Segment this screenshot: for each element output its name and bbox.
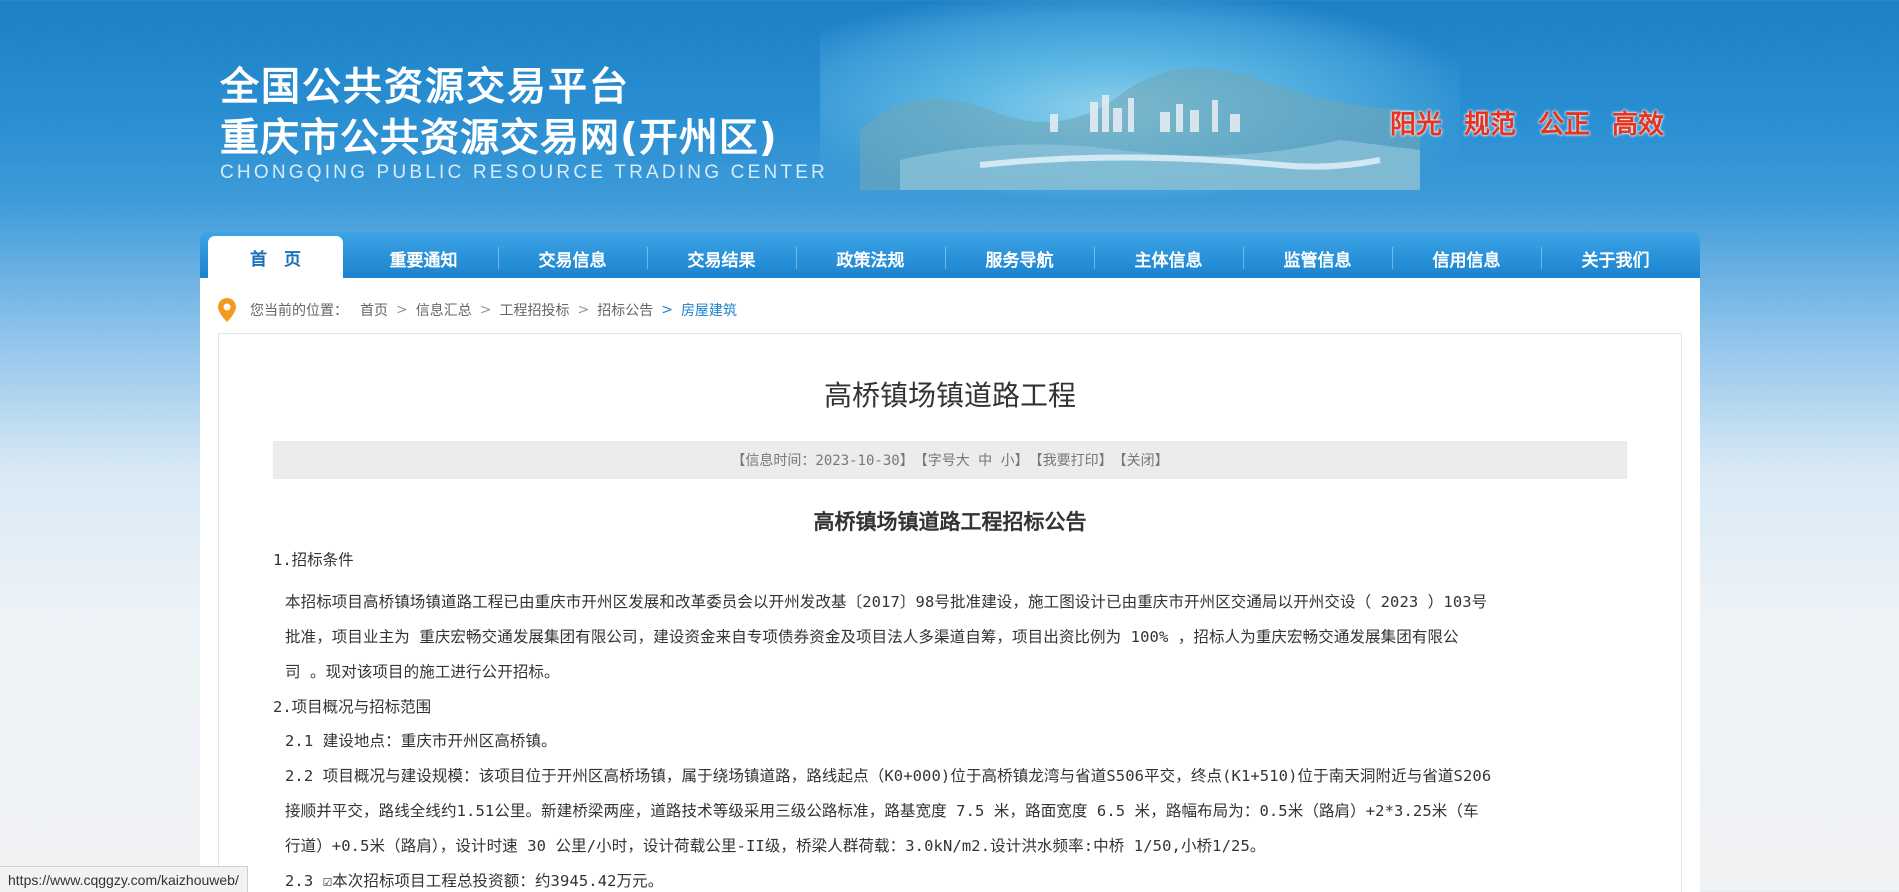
site-banner: 全国公共资源交易平台 重庆市公共资源交易网(开州区) CHONGQING PUB… xyxy=(0,0,1899,232)
paragraph-line: 本招标项目高桥镇场镇道路工程已由重庆市开州区发展和改革委员会以开州发改基〔201… xyxy=(285,593,1488,611)
paragraph-line: 司 。现对该项目的施工进行公开招标。 xyxy=(285,663,560,681)
font-size-small-link[interactable]: 小 xyxy=(1001,450,1015,470)
nav-important-notices[interactable]: 重要通知 xyxy=(349,238,498,278)
breadcrumb: 您当前的位置： 首页 > 信息汇总 > 工程招投标 > 招标公告 > 房屋建筑 xyxy=(218,298,737,322)
breadcrumb-label: 您当前的位置： xyxy=(250,303,348,319)
main-nav: 首 页 重要通知 交易信息 交易结果 政策法规 服务导航 主体信息 监管信息 信… xyxy=(200,232,1700,278)
nav-home[interactable]: 首 页 xyxy=(208,236,343,278)
paragraph-line: 接顺并平交，路线全线约1.51公里。新建桥梁两座，道路技术等级采用三级公路标准，… xyxy=(285,802,1479,820)
paragraph-line: 2.1 建设地点：重庆市开州区高桥镇。 xyxy=(285,732,557,750)
site-title-english: CHONGQING PUBLIC RESOURCE TRADING CENTER xyxy=(220,162,828,183)
font-size-medium-link[interactable]: 中 xyxy=(978,450,992,470)
slogan-item: 公正 xyxy=(1538,110,1591,140)
section-heading: 2.项目概况与招标范围 xyxy=(273,698,432,716)
close-link[interactable]: 【关闭】 xyxy=(1113,450,1169,470)
browser-status-url: https://www.cqggzy.com/kaizhouweb/ xyxy=(0,866,248,892)
paragraph-line: 2.3 ☑本次招标项目工程总投资额：约3945.42万元。 xyxy=(285,872,664,890)
nav-entity-info[interactable]: 主体信息 xyxy=(1094,238,1243,278)
chevron-right-icon: > xyxy=(479,302,492,318)
chevron-right-icon: > xyxy=(396,302,408,318)
nav-supervision-info[interactable]: 监管信息 xyxy=(1243,238,1392,278)
nav-policies[interactable]: 政策法规 xyxy=(796,238,945,278)
article-panel: 高桥镇场镇道路工程 【信息时间：2023-10-30】 【字号 大 中 小 】 … xyxy=(218,333,1682,892)
site-title-line1: 全国公共资源交易平台 xyxy=(220,65,631,110)
site-title-line2: 重庆市公共资源交易网(开州区) xyxy=(220,116,778,161)
slogan-group: 阳光 规范 公正 高效 xyxy=(1390,104,1664,141)
font-size-large-link[interactable]: 大 xyxy=(956,450,970,470)
notice-subtitle: 高桥镇场镇道路工程招标公告 xyxy=(813,509,1087,534)
nav-service-guide[interactable]: 服务导航 xyxy=(945,238,1094,278)
paragraph-line: 2.2 项目概况与建设规模：该项目位于开州区高桥场镇，属于绕场镇道路，路线起点（… xyxy=(285,767,1492,785)
paragraph-line: 行道）+0.5米（路肩），设计时速 30 公里/小时，设计荷载公里-II级，桥梁… xyxy=(285,837,1266,855)
banner-landscape-illustration xyxy=(860,68,1420,190)
article-body: 1.招标条件 本招标项目高桥镇场镇道路工程已由重庆市开州区发展和改革委员会以开州… xyxy=(273,549,1633,892)
slogan-item: 阳光 xyxy=(1390,110,1443,140)
slogan-item: 高效 xyxy=(1612,110,1665,140)
chevron-right-icon: > xyxy=(661,302,673,318)
font-size-prefix: 【字号 xyxy=(913,453,956,469)
breadcrumb-current[interactable]: 房屋建筑 xyxy=(681,300,737,320)
location-pin-icon xyxy=(218,298,236,322)
breadcrumb-tender-notice[interactable]: 招标公告 xyxy=(597,300,653,320)
main-content: 您当前的位置： 首页 > 信息汇总 > 工程招投标 > 招标公告 > 房屋建筑 … xyxy=(200,278,1700,892)
breadcrumb-home[interactable]: 首页 xyxy=(360,300,388,320)
breadcrumb-engineering-bidding[interactable]: 工程招投标 xyxy=(499,300,569,320)
nav-trading-info[interactable]: 交易信息 xyxy=(498,238,647,278)
font-size-suffix: 】 xyxy=(1014,453,1029,469)
nav-trading-results[interactable]: 交易结果 xyxy=(647,238,796,278)
paragraph-line: 批准，项目业主为 重庆宏畅交通发展集团有限公司，建设资金来自专项债券资金及项目法… xyxy=(285,628,1459,646)
nav-credit-info[interactable]: 信用信息 xyxy=(1392,238,1541,278)
info-time: 【信息时间：2023-10-30】 xyxy=(731,453,914,469)
breadcrumb-info-summary[interactable]: 信息汇总 xyxy=(416,300,472,320)
chevron-right-icon: > xyxy=(577,302,590,318)
slogan-item: 规范 xyxy=(1464,110,1517,140)
print-link[interactable]: 【我要打印】 xyxy=(1029,450,1113,470)
nav-about-us[interactable]: 关于我们 xyxy=(1541,238,1690,278)
article-meta-bar: 【信息时间：2023-10-30】 【字号 大 中 小 】 【我要打印】 【关闭… xyxy=(273,441,1627,479)
section-heading: 1.招标条件 xyxy=(273,551,354,569)
article-title: 高桥镇场镇道路工程 xyxy=(823,379,1076,412)
